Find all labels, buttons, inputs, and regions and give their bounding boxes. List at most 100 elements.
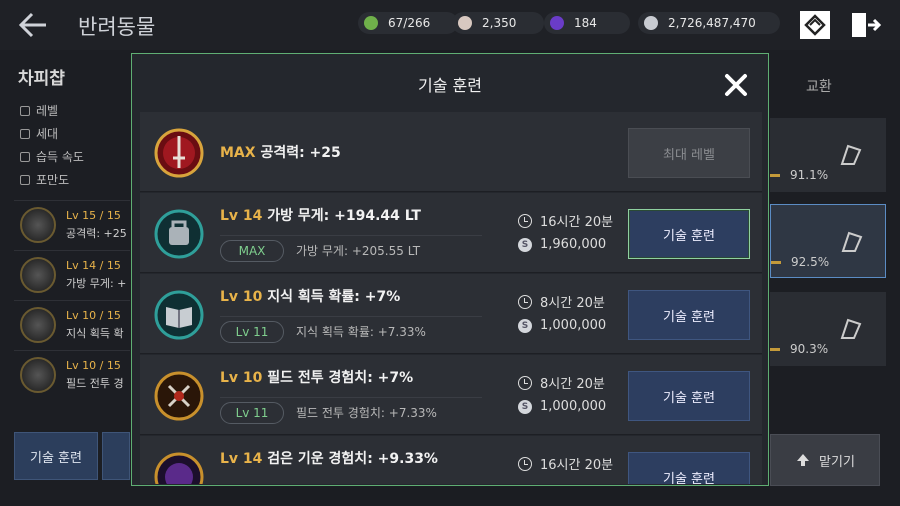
chevron-up-icon [20,105,30,116]
next-level-value: 필드 전투 경험치: +7.33% [296,406,437,420]
skill-title: Lv 14 검은 기운 경험치: +9.33% [220,448,438,468]
skill-training-button[interactable]: 기술 훈련 [628,371,750,421]
skill-level: Lv 10 [220,289,263,305]
progress-bar [770,174,780,177]
top-bar: 반려동물 67/266 2,350 184 2,726,487,470 [0,0,900,50]
book-skill-icon [154,290,204,340]
bag-weight-skill-icon [154,209,204,259]
pet-skill-desc: 지식 획득 확 [66,327,124,340]
clock-icon [20,151,30,162]
skill-training-button[interactable]: 기술 훈련 [14,432,98,480]
skill-level: Lv 14 [220,451,263,467]
entrust-button[interactable]: 맡기기 [770,434,880,486]
skill-level: MAX [220,145,256,161]
skill-training-button[interactable]: 기술 훈련 [628,452,750,484]
skill-name: 검은 기운 경험치: +9.33% [267,451,438,467]
resource-dark-gem-value: 184 [574,16,597,30]
pet-card[interactable]: 91.1% [770,118,886,192]
pet-skill-desc: 가방 무게: + [66,277,127,290]
pet-skill-desc: 필드 전투 경 [66,377,124,390]
paw-icon [20,128,30,139]
stat-generation: 세대 [20,125,58,142]
resource-pearl: 2,350 [452,12,544,34]
training-time-value: 16시간 20분 [540,215,614,230]
training-cost-value: 1,960,000 [540,237,607,252]
silver-coin-icon: S [518,237,532,252]
pet-name: 차피챱 [18,69,65,89]
training-time: 16시간 20분 [518,454,613,473]
skill-row: Lv 10 지식 획득 확률: +7% Lv 11 지식 획득 확률: +7.3… [140,274,762,354]
pet-feed-icon [840,318,862,339]
pet-skill-level: Lv 10 / 15 [66,359,121,372]
exit-icon[interactable] [848,9,882,41]
resource-silver-value: 2,726,487,470 [668,16,756,30]
skill-name: 공격력: +25 [260,145,341,161]
stat-generation-label: 세대 [36,127,59,141]
next-level-value: 가방 무게: +205.55 LT [296,244,421,258]
pet-card-percent: 90.3% [790,342,829,356]
pet-skill-level: Lv 15 / 15 [66,209,121,222]
skill-title: Lv 10 지식 획득 확률: +7% [220,286,400,306]
skill-row: MAX 공격력: +25 최대 레벨 [140,112,762,192]
clock-icon [518,375,532,390]
silver-coin-icon [644,16,658,30]
training-cost: S 1,000,000 [518,399,606,414]
resource-energy: 67/266 [358,12,458,34]
pet-skill-item[interactable]: Lv 10 / 15 지식 획득 확 [14,300,130,348]
tab-exchange[interactable]: 교환 [806,76,832,96]
max-level-button[interactable]: 최대 레벨 [628,128,750,178]
pet-skill-level: Lv 10 / 15 [66,309,121,322]
pet-feed-icon [840,144,862,165]
sword-skill-icon [154,128,204,178]
training-time-value: 8시간 20분 [540,377,605,392]
training-cost: S 1,960,000 [518,237,606,252]
next-level-badge: MAX [220,239,284,262]
skill-training-button[interactable]: 기술 훈련 [628,209,750,259]
training-cost-value: 1,000,000 [540,318,607,333]
skill-title: Lv 14 가방 무게: +194.44 LT [220,205,421,225]
pearl-icon [458,16,472,30]
modal-header: 기술 훈련 [132,54,768,110]
dark-gem-icon [550,16,564,30]
clock-icon [518,213,532,228]
pet-card[interactable]: 92.5% [770,204,886,278]
back-arrow-icon[interactable] [16,10,50,40]
pet-card-percent: 92.5% [791,255,830,269]
silver-coin-icon: S [518,318,532,333]
clock-icon [518,294,532,309]
coupon-icon[interactable] [798,9,832,41]
skill-name: 지식 획득 확률: +7% [267,289,401,305]
skill-row: Lv 14 가방 무게: +194.44 LT MAX 가방 무게: +205.… [140,193,762,273]
stat-fullness: 포만도 [20,171,69,188]
training-cost: S 1,000,000 [518,318,606,333]
pet-card[interactable]: 90.3% [770,292,886,366]
bag-weight-skill-icon [20,257,56,293]
next-level-info: Lv 11 지식 획득 확률: +7.33% [220,316,482,343]
sword-skill-icon [20,207,56,243]
battle-exp-skill-icon [154,371,204,421]
stat-level: 레벨 [20,102,58,119]
modal-title: 기술 훈련 [418,76,482,95]
silver-coin-icon: S [518,399,532,414]
pet-skill-item[interactable]: Lv 10 / 15 필드 전투 경 [14,350,130,398]
stat-learning-speed: 습득 속도 [20,148,84,165]
close-icon[interactable] [722,71,750,99]
skill-name: 필드 전투 경험치: +7% [267,370,414,386]
arrow-up-icon [797,454,810,466]
next-level-info: MAX 가방 무게: +205.55 LT [220,235,482,262]
secondary-button[interactable] [102,432,130,480]
pet-skill-item[interactable]: Lv 15 / 15 공격력: +25 [14,200,130,248]
stat-fullness-label: 포만도 [36,173,70,187]
resource-silver: 2,726,487,470 [638,12,780,34]
skill-level: Lv 14 [220,208,263,224]
training-time: 16시간 20분 [518,211,613,230]
resource-dark-gem: 184 [544,12,630,34]
next-level-value: 지식 획득 확률: +7.33% [296,325,426,339]
skill-title: MAX 공격력: +25 [220,142,341,162]
training-cost-value: 1,000,000 [540,399,607,414]
skill-training-button[interactable]: 기술 훈련 [628,290,750,340]
clock-icon [518,456,532,471]
book-skill-icon [20,307,56,343]
training-time-value: 8시간 20분 [540,296,605,311]
pet-skill-item[interactable]: Lv 14 / 15 가방 무게: + [14,250,130,298]
